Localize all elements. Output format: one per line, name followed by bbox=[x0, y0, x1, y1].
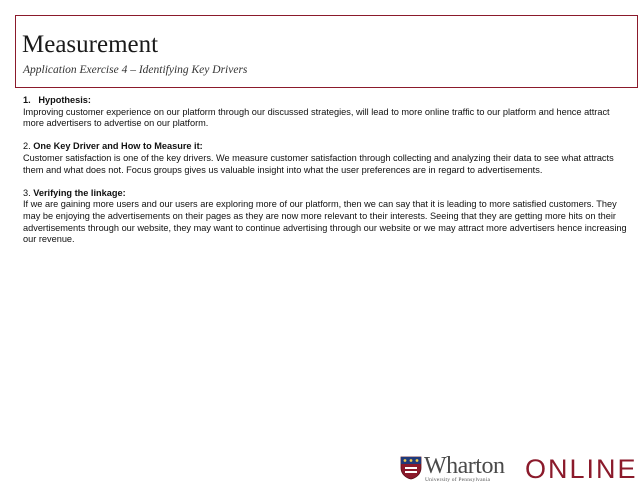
header-box: Measurement Application Exercise 4 – Ide… bbox=[15, 15, 638, 88]
document-body: 1. Hypothesis: Improving customer experi… bbox=[23, 95, 633, 257]
wharton-online-logo: Wharton University of Pennsylvania ONLIN… bbox=[400, 451, 640, 487]
section-verifying-linkage: 3. Verifying the linkage: If we are gain… bbox=[23, 188, 633, 246]
section-hypothesis: 1. Hypothesis: Improving customer experi… bbox=[23, 95, 633, 130]
section-key-driver: 2. One Key Driver and How to Measure it:… bbox=[23, 141, 633, 176]
section-number: 2. bbox=[23, 141, 31, 152]
section-body: Improving customer experience on our pla… bbox=[23, 106, 610, 129]
upenn-subtext: University of Pennsylvania bbox=[425, 477, 491, 483]
section-title: One Key Driver and How to Measure it: bbox=[33, 141, 203, 152]
section-heading: 2. One Key Driver and How to Measure it: bbox=[23, 141, 633, 153]
section-heading: 1. Hypothesis: bbox=[23, 95, 633, 107]
section-body: Customer satisfaction is one of the key … bbox=[23, 152, 614, 175]
section-title: Verifying the linkage: bbox=[33, 187, 126, 198]
section-number: 3. bbox=[23, 187, 31, 198]
penn-shield-icon bbox=[400, 456, 422, 480]
section-title: Hypothesis: bbox=[38, 95, 91, 105]
section-heading: 3. Verifying the linkage: bbox=[23, 188, 633, 200]
section-number: 1. bbox=[23, 95, 31, 105]
online-wordmark: ONLINE bbox=[525, 454, 638, 484]
page-subtitle: Application Exercise 4 – Identifying Key… bbox=[23, 64, 248, 76]
wharton-wordmark: Wharton bbox=[424, 453, 505, 479]
page-title: Measurement bbox=[22, 31, 159, 58]
section-body: If we are gaining more users and our use… bbox=[23, 199, 627, 245]
